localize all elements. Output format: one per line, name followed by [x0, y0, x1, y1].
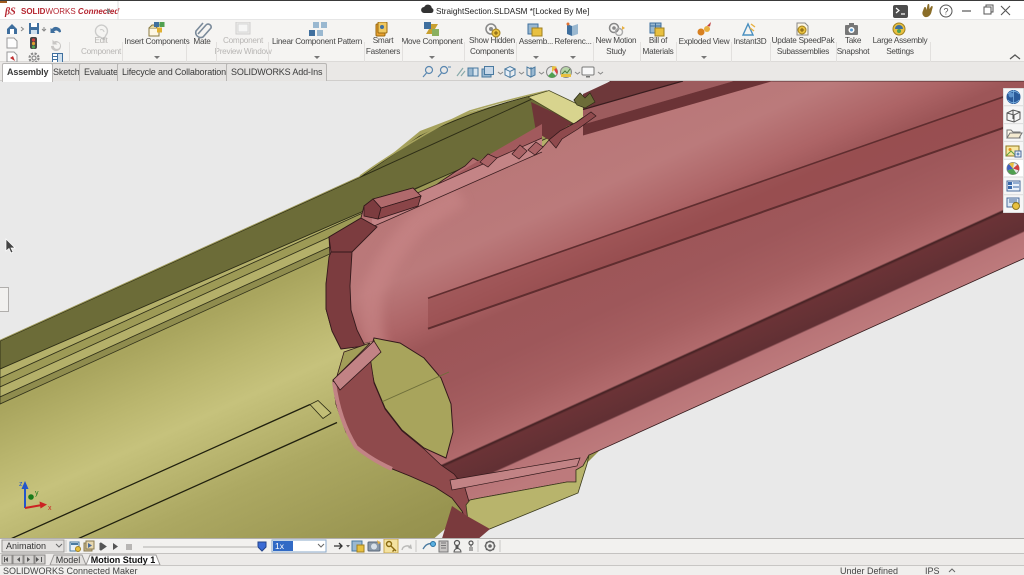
- svg-text:z: z: [19, 481, 23, 488]
- svg-text:Model: Model: [56, 555, 81, 565]
- svg-text:SOLIDWORKS Connected: SOLIDWORKS Connected: [21, 7, 120, 16]
- svg-text:x: x: [48, 505, 52, 512]
- svg-text:Animation: Animation: [6, 541, 46, 551]
- svg-text:y: y: [35, 490, 39, 497]
- svg-text:Motion Study 1: Motion Study 1: [91, 555, 156, 565]
- svg-text:βS: βS: [4, 7, 16, 18]
- svg-text:1x: 1x: [275, 541, 285, 551]
- svg-text:?: ?: [943, 7, 948, 17]
- svg-text:StraightSection.SLDASM *[Locke: StraightSection.SLDASM *[Locked By Me]: [436, 7, 589, 16]
